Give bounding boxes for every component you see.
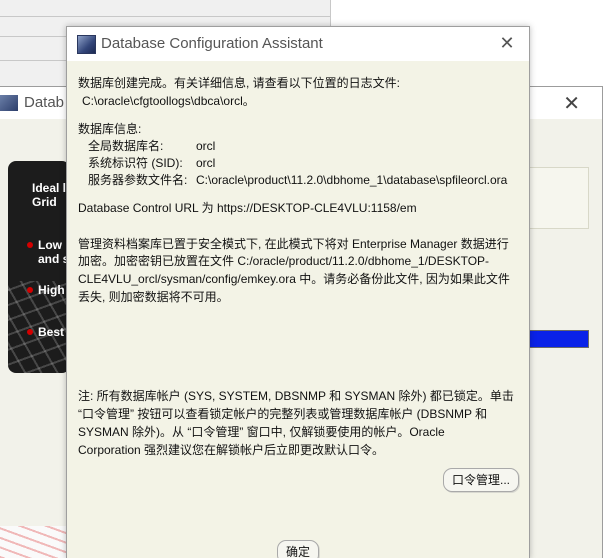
info-label: 全局数据库名:: [88, 139, 164, 153]
background-window-title: Datab: [24, 94, 65, 111]
banner-heading-line1: Ideal l: [32, 181, 67, 195]
repo-text-line: CLE4VLU_orcl/sysman/config/emkey.ora 中。请…: [78, 272, 510, 286]
repo-text-line: 加密。加密密钥已放置在文件 C:/oracle/product/11.2.0/d…: [78, 254, 490, 268]
password-management-button[interactable]: 口令管理...: [443, 468, 519, 492]
info-label: 系统标识符 (SID):: [88, 156, 183, 170]
background-group-box: [530, 167, 589, 229]
info-label: 服务器参数文件名:: [88, 173, 188, 187]
banner-bullet-text: High: [38, 283, 65, 297]
dbca-completion-dialog: Database Configuration Assistant ✕ 数据库创建…: [66, 26, 530, 558]
banner-heading-line2: Grid: [32, 195, 57, 209]
banner-bullet-text: Low: [38, 238, 62, 252]
bullet-icon: [27, 329, 33, 335]
desktop: Datab ✕ Ideal l Grid Low and s High Best…: [0, 0, 605, 558]
close-icon[interactable]: ✕: [563, 91, 580, 115]
database-icon: [77, 35, 96, 54]
info-row-spfile: 服务器参数文件名: C:\oracle\product\11.2.0\dbhom…: [88, 172, 507, 188]
db-control-url[interactable]: Database Control URL 为 https://DESKTOP-C…: [78, 200, 417, 216]
bullet-icon: [27, 287, 33, 293]
info-value: C:\oracle\product\11.2.0\dbhome_1\databa…: [196, 173, 508, 187]
progress-bar: [530, 330, 589, 348]
banner-bullet-text: and s: [38, 252, 70, 266]
note-text-line: “口令管理” 按钮可以查看锁定帐户的完整列表或管理数据库帐户 (DBSNMP 和: [78, 407, 488, 421]
repo-text-line: 管理资料档案库已置于安全模式下, 在此模式下将对 Enterprise Mana…: [78, 237, 509, 251]
note-text-line: 注: 所有数据库帐户 (SYS, SYSTEM, DBSNMP 和 SYSMAN…: [78, 389, 514, 403]
database-icon: [0, 95, 18, 111]
background-artwork: [0, 526, 66, 558]
dialog-titlebar[interactable]: Database Configuration Assistant ✕: [67, 27, 529, 61]
info-value: orcl: [196, 139, 216, 153]
info-header: 数据库信息:: [78, 122, 142, 136]
ok-button[interactable]: 确定: [277, 540, 319, 558]
info-row-global-name: 全局数据库名: orcl: [88, 138, 215, 154]
intro-text: 数据库创建完成。有关详细信息, 请查看以下位置的日志文件:: [78, 76, 401, 90]
bullet-icon: [27, 242, 33, 248]
info-value: orcl: [196, 156, 216, 170]
info-row-sid: 系统标识符 (SID): orcl: [88, 155, 215, 171]
repo-text-line: 丢失, 则加密数据将不可用。: [78, 290, 229, 304]
banner-bullet-text: Best: [38, 325, 65, 339]
oracle-banner-panel: Ideal l Grid Low and s High Best: [8, 161, 70, 373]
note-text-line: Corporation 强烈建议您在解锁帐户后立即更改默认口令。: [78, 443, 385, 457]
dialog-title: Database Configuration Assistant: [101, 35, 323, 52]
divider: [0, 16, 330, 17]
close-button[interactable]: ✕: [495, 32, 519, 56]
note-text-line: SYSMAN 除外)。从 “口令管理” 窗口中, 仅解锁要使用的帐户。Oracl…: [78, 425, 445, 439]
log-path: C:\oracle\cfgtoollogs\dbca\orcl。: [82, 94, 255, 108]
